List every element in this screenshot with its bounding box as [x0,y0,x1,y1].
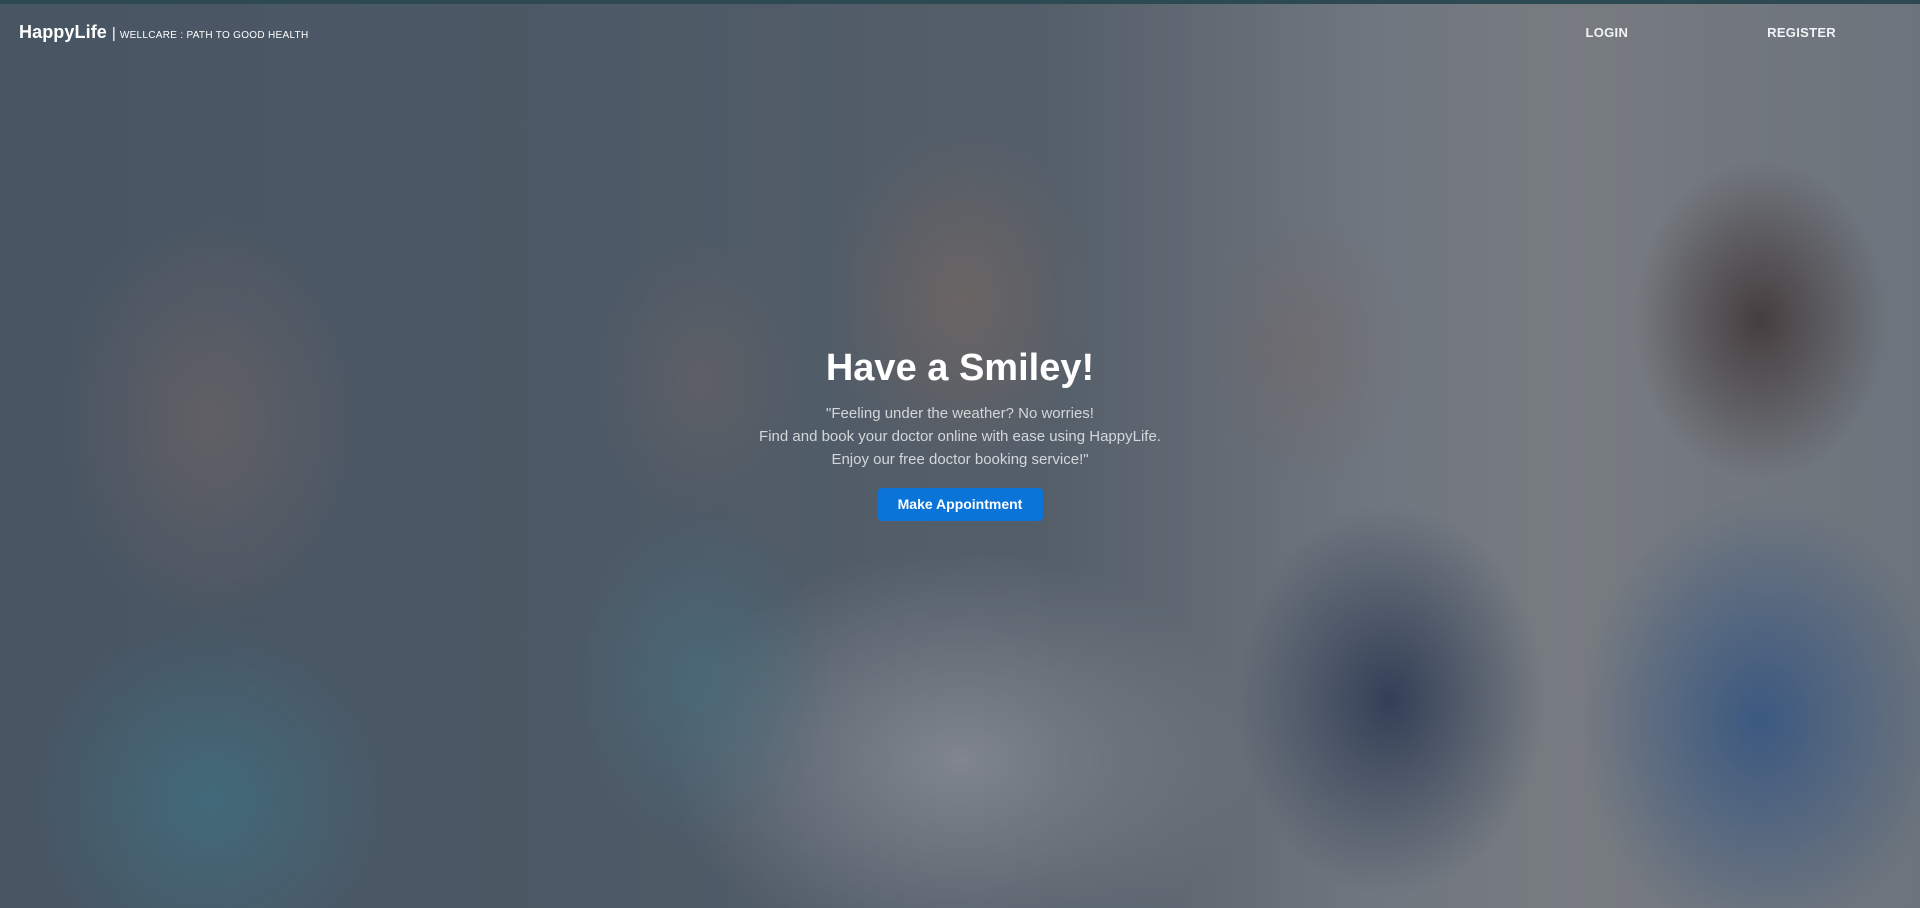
hero-description: "Feeling under the weather? No worries! … [0,402,1920,471]
brand-separator: | [111,24,116,42]
navbar: HappyLife | WELLCARE : PATH TO GOOD HEAL… [0,4,1920,60]
make-appointment-button[interactable]: Make Appointment [877,488,1043,521]
hero-content: Have a Smiley! "Feeling under the weathe… [0,342,1920,521]
hero-line: Enjoy our free doctor booking service!" [831,451,1089,468]
hero-line: "Feeling under the weather? No worries! [826,405,1094,422]
brand[interactable]: HappyLife | WELLCARE : PATH TO GOOD HEAL… [19,22,309,43]
hero-title: Have a Smiley! [825,347,1095,389]
brand-name: HappyLife [19,21,107,42]
brand-tagline: WELLCARE : PATH TO GOOD HEALTH [119,29,309,41]
login-link[interactable]: LOGIN [1585,25,1628,40]
nav-links: LOGIN REGISTER [1585,25,1836,40]
landing-page: HappyLife | WELLCARE : PATH TO GOOD HEAL… [0,0,1920,908]
register-link[interactable]: REGISTER [1767,25,1836,40]
hero-line: Find and book your doctor online with ea… [759,428,1161,445]
